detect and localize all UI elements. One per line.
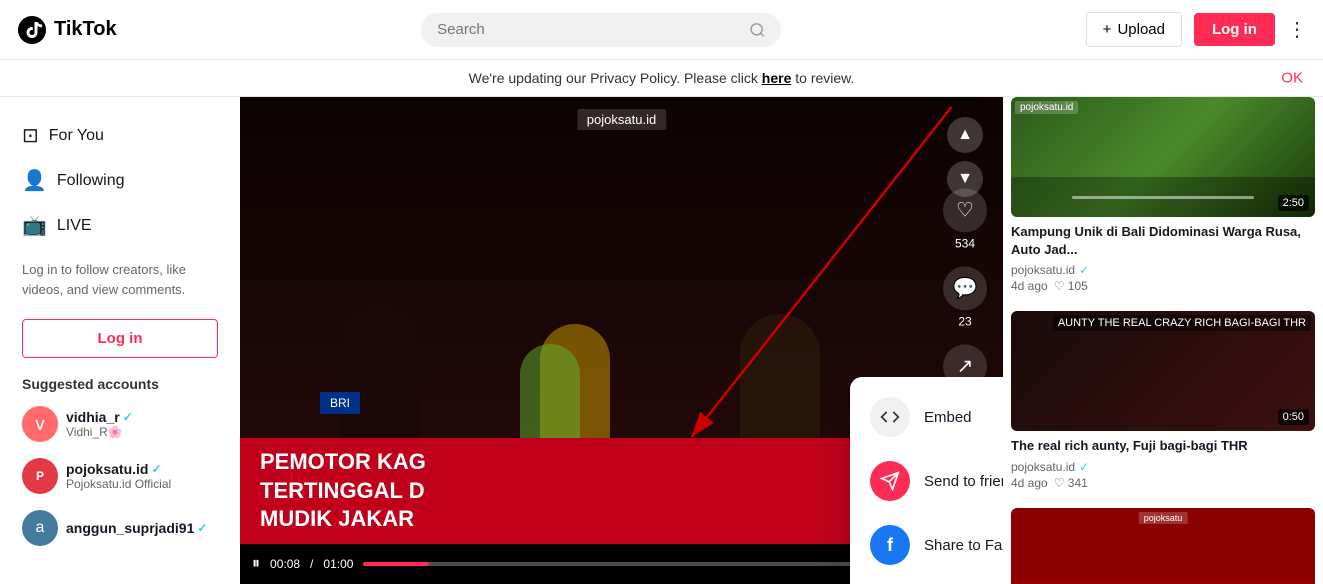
facebook-option[interactable]: f Share to Facebook [850, 513, 1003, 577]
for-you-icon: ⊡ [22, 123, 39, 148]
search-icon [749, 21, 766, 39]
video-info-2: The real rich aunty, Fuji bagi-bagi THR … [1011, 431, 1315, 495]
suggested-account-3[interactable]: a anggun_suprjadi91 ✓ [8, 502, 232, 554]
like-count: 534 [955, 236, 975, 250]
verified-2: ✓ [1079, 460, 1089, 474]
username-anggun: anggun_suprjadi91 ✓ [66, 520, 218, 536]
embed-option[interactable]: Embed [850, 385, 1003, 449]
facebook-label: Share to Facebook [924, 537, 1003, 554]
time-total: 01:00 [323, 557, 353, 571]
sidebar-login-button[interactable]: Log in [22, 319, 218, 358]
logo-text: TikTok [54, 18, 117, 41]
display-vidhia: Vidhi_R🌸 [66, 425, 218, 439]
avatar-pojoksatu: P [22, 458, 58, 494]
nav-following[interactable]: 👤 Following [8, 158, 232, 203]
recommended-video-2[interactable]: AUNTY THE REAL CRAZY RICH BAGI-BAGI THR … [1011, 311, 1315, 495]
send-icon [870, 461, 910, 501]
send-friends-option[interactable]: Send to friends [850, 449, 1003, 513]
progress-bar[interactable] [363, 562, 871, 566]
header-logo-area: TikTok [16, 14, 117, 46]
video-stats-2: 4d ago ♡ 341 [1011, 476, 1315, 490]
video-info-1: Kampung Unik di Bali Didominasi Warga Ru… [1011, 217, 1315, 299]
privacy-ok-button[interactable]: OK [1281, 70, 1303, 87]
verified-badge-2: ✓ [151, 462, 161, 476]
account-info-pojoksatu: pojoksatu.id ✓ Pojoksatu.id Official [66, 461, 218, 491]
privacy-link[interactable]: here [762, 70, 792, 86]
account-info-anggun: anggun_suprjadi91 ✓ [66, 520, 218, 536]
nav-for-you-label: For You [49, 127, 104, 145]
duration-1: 2:50 [1278, 195, 1309, 211]
account-info-vidhia: vidhia_r ✓ Vidhi_R🌸 [66, 409, 218, 439]
verified-badge-3: ✓ [197, 521, 207, 535]
recommended-video-3[interactable]: pojoksatu KUCING NAIK KE PUNDAK IMAM KET… [1011, 508, 1315, 584]
upload-button[interactable]: + Upload [1086, 12, 1182, 47]
upload-label: Upload [1117, 21, 1165, 38]
video-thumb-2: AUNTY THE REAL CRAZY RICH BAGI-BAGI THR … [1011, 311, 1315, 431]
verified-1: ✓ [1079, 263, 1089, 277]
video-meta-1: pojoksatu.id ✓ [1011, 263, 1315, 277]
video-player-area[interactable]: BRI pojoksatu.id ▲ ▼ PEMOTOR KAG TERTING… [240, 97, 1003, 584]
main-layout: ⊡ For You 👤 Following 📺 LIVE Log in to f… [0, 97, 1323, 584]
avatar-anggun: a [22, 510, 58, 546]
video-meta-2: pojoksatu.id ✓ [1011, 460, 1315, 474]
sidebar: ⊡ For You 👤 Following 📺 LIVE Log in to f… [0, 97, 240, 584]
username-pojoksatu: pojoksatu.id ✓ [66, 461, 218, 477]
duration-2: 0:50 [1278, 409, 1309, 425]
privacy-text-end: to review. [795, 70, 854, 86]
nav-for-you[interactable]: ⊡ For You [8, 113, 232, 158]
whatsapp-option[interactable]: Share to WhatsApp [850, 577, 1003, 584]
more-options-icon[interactable]: ⋮ [1287, 17, 1307, 42]
login-button[interactable]: Log in [1194, 13, 1275, 46]
avatar-vidhia: v [22, 406, 58, 442]
tiktok-logo-icon [16, 14, 48, 46]
comment-icon: 💬 [943, 266, 987, 310]
plus-icon: + [1103, 21, 1112, 38]
nav-live[interactable]: 📺 LIVE [8, 203, 232, 248]
right-panel: pojoksatu.id 2:50 Kampung Unik di Bali D… [1003, 97, 1323, 584]
embed-label: Embed [924, 409, 972, 426]
embed-icon [870, 397, 910, 437]
header: TikTok + Upload Log in ⋮ [0, 0, 1323, 60]
channel-overlay-1: pojoksatu.id [1015, 101, 1078, 114]
privacy-banner: We're updating our Privacy Policy. Pleas… [0, 60, 1323, 97]
video-stats-1: 4d ago ♡ 105 [1011, 279, 1315, 293]
channel-badge: pojoksatu.id [577, 109, 666, 130]
suggested-account-1[interactable]: v vidhia_r ✓ Vidhi_R🌸 [8, 398, 232, 450]
time-current: 00:08 [270, 557, 300, 571]
play-pause-button[interactable]: ⏸ [252, 555, 260, 573]
nav-following-label: Following [57, 172, 125, 190]
privacy-text: We're updating our Privacy Policy. Pleas… [469, 70, 762, 86]
suggested-account-2[interactable]: P pojoksatu.id ✓ Pojoksatu.id Official [8, 450, 232, 502]
video-thumb-1: pojoksatu.id 2:50 [1011, 97, 1315, 217]
display-pojoksatu: Pojoksatu.id Official [66, 477, 218, 491]
live-icon: 📺 [22, 213, 47, 238]
facebook-icon: f [870, 525, 910, 565]
like-icon: ♡ [943, 188, 987, 232]
video-action-buttons: ♡ 534 💬 23 ↗ 18 [943, 188, 987, 406]
search-input[interactable] [437, 21, 740, 38]
scroll-up-button[interactable]: ▲ [947, 117, 983, 153]
progress-fill [363, 562, 429, 566]
recommended-video-1[interactable]: pojoksatu.id 2:50 Kampung Unik di Bali D… [1011, 97, 1315, 299]
video-title-1: Kampung Unik di Bali Didominasi Warga Ru… [1011, 223, 1315, 259]
time-separator: / [310, 557, 313, 571]
video-thumb-3: pojoksatu KUCING NAIK KE PUNDAK IMAM KET… [1011, 508, 1315, 584]
comment-button[interactable]: 💬 23 [943, 266, 987, 328]
like-button[interactable]: ♡ 534 [943, 188, 987, 250]
nav-live-label: LIVE [57, 217, 92, 235]
header-actions: + Upload Log in ⋮ [1086, 12, 1307, 47]
suggested-accounts-title: Suggested accounts [8, 366, 232, 398]
share-popup: Embed Send to friends f Share to Faceboo… [850, 377, 1003, 584]
send-label: Send to friends [924, 473, 1003, 490]
search-bar[interactable] [421, 13, 781, 47]
video-nav-arrows: ▲ ▼ [947, 117, 983, 197]
channel-overlay-3: pojoksatu [1139, 512, 1188, 524]
following-icon: 👤 [22, 168, 47, 193]
login-prompt-text: Log in to follow creators, like videos, … [8, 248, 232, 311]
comment-count: 23 [958, 314, 971, 328]
video-title-2: The real rich aunty, Fuji bagi-bagi THR [1011, 437, 1315, 455]
verified-badge-1: ✓ [123, 410, 133, 424]
username-vidhia: vidhia_r ✓ [66, 409, 218, 425]
